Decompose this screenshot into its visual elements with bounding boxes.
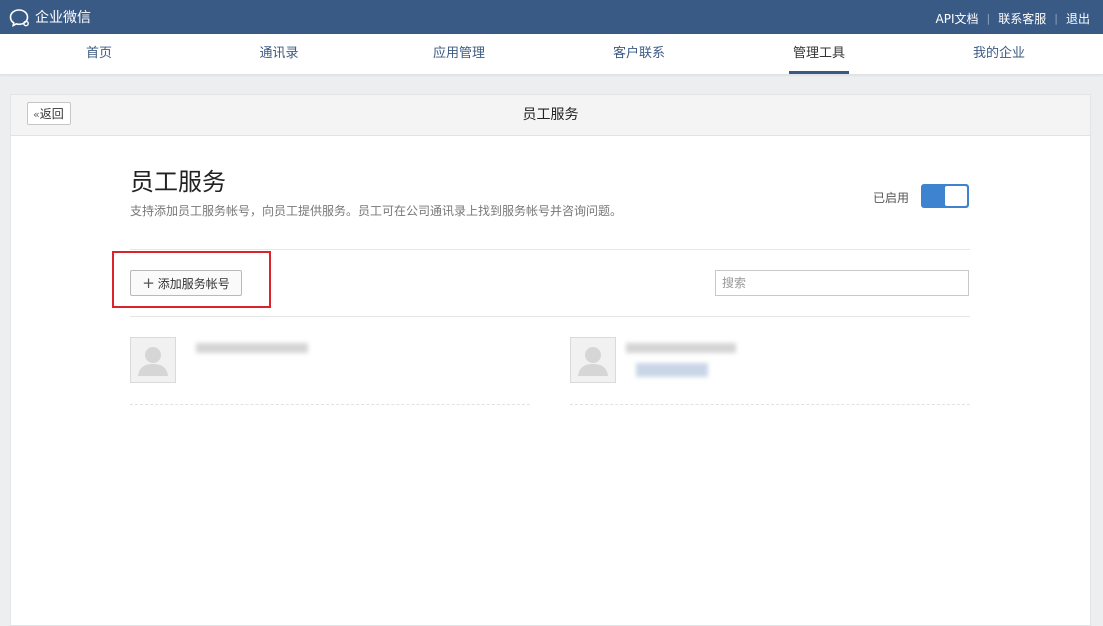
- add-button-label: 添加服务帐号: [157, 276, 230, 291]
- main-nav: 首页 通讯录 应用管理 客户联系 管理工具 我的企业: [0, 34, 1103, 75]
- nav-management-tools[interactable]: 管理工具: [759, 34, 879, 74]
- nav-customer-contact[interactable]: 客户联系: [579, 34, 699, 74]
- divider: |: [986, 12, 991, 25]
- default-user-avatar-icon: [130, 337, 176, 383]
- section-description: 支持添加员工服务帐号，向员工提供服务。员工可在公司通讯录上找到服务帐号并咨询问题…: [130, 204, 623, 218]
- nav-my-company[interactable]: 我的企业: [939, 34, 1059, 74]
- wecom-logo-icon: [9, 8, 31, 28]
- status-label: 已启用: [873, 191, 910, 205]
- logo[interactable]: 企业微信: [9, 8, 91, 28]
- logout-link[interactable]: 退出: [1066, 10, 1090, 27]
- redacted-account-name: [196, 343, 308, 353]
- search-input[interactable]: [715, 270, 969, 296]
- divider: [130, 249, 970, 250]
- panel-header: 员工服务 «返回: [11, 95, 1090, 136]
- add-service-account-button[interactable]: + 添加服务帐号: [130, 270, 242, 296]
- divider: |: [1054, 12, 1058, 25]
- double-chevron-left-icon: «: [33, 108, 40, 121]
- enable-toggle[interactable]: [921, 184, 969, 208]
- service-account-card[interactable]: [130, 335, 530, 405]
- redacted-account-name: [626, 343, 736, 353]
- back-button-label: 返回: [39, 107, 64, 121]
- service-account-card[interactable]: [570, 335, 970, 405]
- logo-text: 企业微信: [35, 10, 91, 26]
- contact-support-link[interactable]: 联系客服: [998, 10, 1046, 27]
- plus-icon: +: [142, 274, 155, 292]
- toggle-knob: [945, 186, 967, 206]
- content-panel: 员工服务 «返回 员工服务 支持添加员工服务帐号，向员工提供服务。员工可在公司通…: [10, 94, 1091, 626]
- nav-home[interactable]: 首页: [39, 34, 159, 74]
- default-user-avatar-icon: [570, 337, 616, 383]
- redacted-account-detail: [636, 363, 708, 377]
- api-docs-link[interactable]: API文档: [936, 10, 979, 27]
- top-bar: 企业微信 API文档 | 联系客服 | 退出: [0, 0, 1103, 34]
- panel-title: 员工服务: [522, 107, 579, 123]
- section-title: 员工服务: [130, 168, 226, 196]
- nav-app-management[interactable]: 应用管理: [399, 34, 519, 74]
- nav-contacts[interactable]: 通讯录: [219, 34, 339, 74]
- divider: [130, 316, 970, 317]
- top-links: API文档 | 联系客服 | 退出: [936, 10, 1090, 27]
- back-button[interactable]: «返回: [27, 102, 71, 125]
